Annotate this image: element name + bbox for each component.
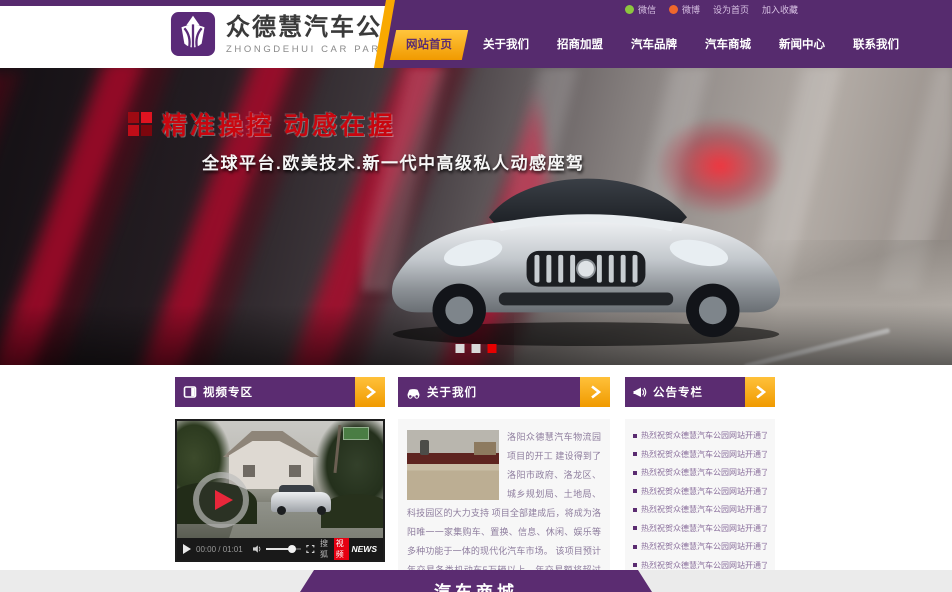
footer-section: 汽车商城 xyxy=(0,570,952,592)
about-panel-title: 关于我们 xyxy=(427,384,477,400)
brand-sohu-label: 搜狐 xyxy=(320,538,332,560)
hero-banner: 精准操控 动感在握 全球平台.欧美技术.新一代中高级私人动感座驾 xyxy=(0,68,952,365)
chevron-right-icon xyxy=(753,384,767,400)
video-player: 00:00 / 01:01 搜狐 视频 NEWS xyxy=(175,419,385,562)
notice-panel: 公告专栏 热烈祝贺众德慧汽车公园网站开通了！ 热烈祝贺众德慧汽车公园网站开通了！… xyxy=(625,377,775,589)
notice-list-item[interactable]: 热烈祝贺众德慧汽车公园网站开通了！ xyxy=(633,541,767,552)
play-button[interactable] xyxy=(183,544,191,554)
header: 众德慧汽车公园 ZHONGDEHUI CAR PARK 微信 微博 设为首页 xyxy=(0,0,952,68)
video-panel-more-button[interactable] xyxy=(355,377,385,407)
brand-video-badge: 视频 xyxy=(334,538,350,560)
notice-list-item[interactable]: 热烈祝贺众德慧汽车公园网站开通了！ xyxy=(633,523,767,534)
photo-building xyxy=(474,442,496,455)
notice-list-item[interactable]: 热烈祝贺众德慧汽车公园网站开通了！ xyxy=(633,430,767,441)
footer-section-banner: 汽车商城 xyxy=(300,570,652,592)
volume-icon[interactable] xyxy=(253,544,262,554)
nav-item-home[interactable]: 网站首页 xyxy=(390,30,468,60)
car-icon xyxy=(406,386,421,399)
nav-item-about[interactable]: 关于我们 xyxy=(469,30,543,60)
video-panel-header: 视频专区 xyxy=(175,377,385,407)
car-wheel xyxy=(317,506,326,515)
brand-news-label: NEWS xyxy=(351,544,377,554)
chevron-right-icon xyxy=(588,384,602,400)
main-nav: 网站首页 关于我们 招商加盟 汽车品牌 汽车商城 新闻中心 联系我们 xyxy=(393,28,913,62)
play-overlay-button[interactable] xyxy=(193,472,249,528)
add-favorite-link[interactable]: 加入收藏 xyxy=(762,3,798,16)
set-home-link[interactable]: 设为首页 xyxy=(713,3,749,16)
notice-list-item[interactable]: 热烈祝贺众德慧汽车公园网站开通了！ xyxy=(633,486,767,497)
video-icon xyxy=(183,385,197,399)
carousel-dot-3[interactable] xyxy=(488,344,497,353)
video-controls: 00:00 / 01:01 搜狐 视频 NEWS xyxy=(177,538,383,560)
car-wheel xyxy=(277,506,286,515)
about-content: 洛阳众德慧汽车物流园项目的开工 建设得到了洛阳市政府、洛龙区、城乡规划局、土地局… xyxy=(398,419,610,592)
set-home-label: 设为首页 xyxy=(713,3,749,16)
house-window xyxy=(289,465,301,477)
notice-list-item[interactable]: 热烈祝贺众德慧汽车公园网站开通了！ xyxy=(633,467,767,478)
wechat-icon xyxy=(625,5,634,14)
about-panel-header: 关于我们 xyxy=(398,377,610,407)
carousel-dot-2[interactable] xyxy=(472,344,481,353)
weibo-icon xyxy=(669,5,678,14)
notice-list: 热烈祝贺众德慧汽车公园网站开通了！ 热烈祝贺众德慧汽车公园网站开通了！ 热烈祝贺… xyxy=(625,419,775,589)
about-photo xyxy=(407,430,499,500)
nav-area: 微信 微博 设为首页 加入收藏 网站首页 关于我们 招商加盟 汽车品牌 汽车商城 xyxy=(373,0,952,68)
topbar-links: 微信 微博 设为首页 加入收藏 xyxy=(625,3,798,16)
nav-item-contact[interactable]: 联系我们 xyxy=(839,30,913,60)
notice-list-item[interactable]: 热烈祝贺众德慧汽车公园网站开通了！ xyxy=(633,449,767,460)
hero-subline: 全球平台.欧美技术.新一代中高级私人动感座驾 xyxy=(202,149,584,174)
volume-slider[interactable] xyxy=(266,548,301,550)
carousel-dot-1[interactable] xyxy=(456,344,465,353)
weibo-label: 微博 xyxy=(682,3,700,16)
notice-panel-header: 公告专栏 xyxy=(625,377,775,407)
notice-panel-title: 公告专栏 xyxy=(653,384,703,400)
carousel-dots xyxy=(456,344,497,353)
megaphone-icon xyxy=(633,386,647,399)
notice-panel-more-button[interactable] xyxy=(745,377,775,407)
about-panel-more-button[interactable] xyxy=(580,377,610,407)
weibo-link[interactable]: 微博 xyxy=(669,3,700,16)
content-section: 视频专区 xyxy=(0,365,952,558)
photo-statue xyxy=(420,440,429,455)
nav-item-news[interactable]: 新闻中心 xyxy=(765,30,839,60)
hero-headline: 精准操控 动感在握 xyxy=(162,106,396,142)
add-favorite-label: 加入收藏 xyxy=(762,3,798,16)
video-time: 00:00 / 01:01 xyxy=(196,545,243,554)
fullscreen-icon[interactable] xyxy=(306,544,315,554)
video-thumbnail[interactable] xyxy=(177,421,383,538)
notice-list-item[interactable]: 热烈祝贺众德慧汽车公园网站开通了！ xyxy=(633,504,767,515)
house-window xyxy=(243,465,255,477)
notice-list-item[interactable]: 热烈祝贺众德慧汽车公园网站开通了！ xyxy=(633,560,767,571)
nav-item-join[interactable]: 招商加盟 xyxy=(543,30,617,60)
chevron-right-icon xyxy=(363,384,377,400)
video-brand: 搜狐 视频 NEWS xyxy=(320,538,377,560)
nav-item-mall[interactable]: 汽车商城 xyxy=(691,30,765,60)
logo-icon xyxy=(170,11,216,57)
wechat-label: 微信 xyxy=(638,3,656,16)
about-panel: 关于我们 洛阳众德慧汽车物流园项目的开工 建设得到了洛阳市政府、洛龙区、城乡规划… xyxy=(398,377,610,592)
street-sign-image xyxy=(343,427,369,440)
page: 众德慧汽车公园 ZHONGDEHUI CAR PARK 微信 微博 设为首页 xyxy=(0,0,952,592)
wechat-link[interactable]: 微信 xyxy=(625,3,656,16)
video-panel: 视频专区 xyxy=(175,377,385,562)
hero-red-flare xyxy=(655,116,785,216)
video-panel-title: 视频专区 xyxy=(203,384,253,400)
red-squares-icon xyxy=(128,112,152,136)
nav-item-brands[interactable]: 汽车品牌 xyxy=(617,30,691,60)
footer-section-title: 汽车商城 xyxy=(434,578,518,592)
hero-caption: 精准操控 动感在握 全球平台.欧美技术.新一代中高级私人动感座驾 xyxy=(128,106,584,174)
